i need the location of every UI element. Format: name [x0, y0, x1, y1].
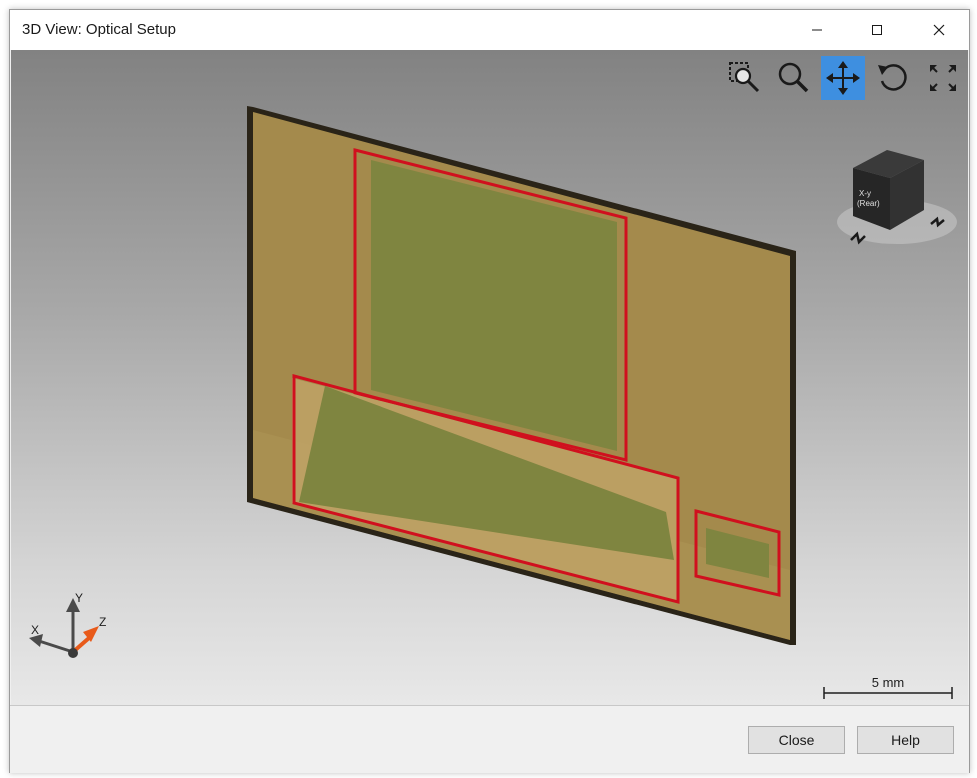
- maximize-button[interactable]: [848, 10, 906, 50]
- rotate-icon: [878, 64, 907, 91]
- close-icon: [933, 24, 945, 36]
- minimize-button[interactable]: [788, 10, 846, 50]
- zoom-region-icon: [729, 62, 760, 93]
- expand-arrows-icon: [930, 65, 956, 91]
- axis-x-label: X: [31, 623, 39, 637]
- minimize-icon: [812, 29, 822, 31]
- magnifier-icon: [778, 62, 809, 93]
- fit-all-button[interactable]: [921, 56, 965, 100]
- pan-button[interactable]: [821, 56, 865, 100]
- window-title: 3D View: Optical Setup: [22, 21, 176, 38]
- maximize-icon: [872, 25, 882, 35]
- view-cube[interactable]: X-y (Rear): [837, 150, 957, 245]
- scale-bar: 5 mm: [822, 670, 954, 700]
- view-cube-face-sublabel: (Rear): [857, 199, 880, 208]
- zoom-button[interactable]: [771, 56, 815, 100]
- 3d-viewport[interactable]: Y X Z X-y (Rear) 5 mm: [11, 50, 968, 705]
- axis-triad: Y X Z: [29, 591, 106, 658]
- axis-y-label: Y: [75, 591, 83, 605]
- title-bar[interactable]: 3D View: Optical Setup: [10, 10, 969, 50]
- close-window-button[interactable]: [910, 10, 968, 50]
- help-button[interactable]: Help: [857, 726, 954, 754]
- scale-ruler: [823, 687, 953, 699]
- axis-z-label: Z: [99, 615, 106, 629]
- zoom-region-button[interactable]: [723, 56, 767, 100]
- view-cube-face-label: X-y: [859, 189, 871, 198]
- rotate-button[interactable]: [871, 56, 915, 100]
- move-arrows-icon: [826, 61, 860, 95]
- close-button[interactable]: Close: [748, 726, 845, 754]
- button-bar: Close Help: [10, 705, 969, 773]
- dialog-window: 3D View: Optical Setup Y X Z X-y (Rear) …: [9, 9, 970, 773]
- optical-scene[interactable]: Y X Z X-y (Rear): [11, 50, 968, 705]
